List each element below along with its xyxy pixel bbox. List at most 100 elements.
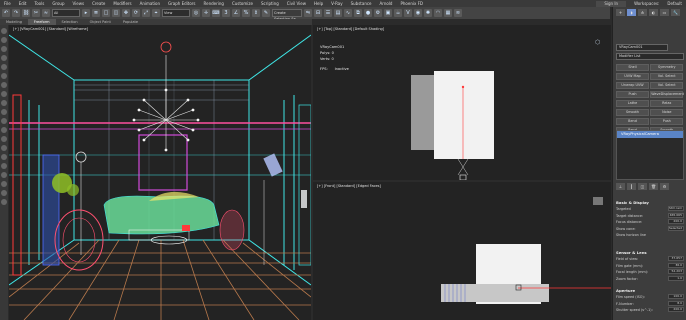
- vray-dome-icon[interactable]: ◠: [434, 9, 442, 17]
- snaps-toggle-icon[interactable]: 3: [222, 9, 230, 17]
- object-name-field[interactable]: VRayCam001: [616, 44, 668, 51]
- modifier-button[interactable]: Lathe: [616, 100, 649, 107]
- front-viewport-label[interactable]: [+] [Front] [Standard] [Edged Faces]: [317, 184, 381, 188]
- curve-editor-icon[interactable]: ∿: [344, 9, 352, 17]
- menu-rendering[interactable]: Rendering: [200, 1, 228, 6]
- undo-icon[interactable]: ↶: [2, 9, 10, 17]
- helper-icon[interactable]: [1, 82, 7, 88]
- aperture-title[interactable]: Aperture: [616, 287, 684, 294]
- modifier-button[interactable]: Relax: [650, 100, 684, 107]
- window-crossing-icon[interactable]: ◫: [112, 9, 120, 17]
- vray-fur-icon[interactable]: ≋: [454, 9, 462, 17]
- menu-civil-view[interactable]: Civil View: [283, 1, 310, 6]
- vray-frame-buffer-icon[interactable]: V: [404, 9, 412, 17]
- layer-explorer-icon[interactable]: ☰: [324, 9, 332, 17]
- rotate-icon[interactable]: ⟳: [132, 9, 140, 17]
- perspective-viewport-label[interactable]: [+] [VRayCam001] [Standard] [Wireframe]: [13, 27, 88, 31]
- vray-toolbar-icon[interactable]: ◉: [414, 9, 422, 17]
- menu-help[interactable]: Help: [310, 1, 327, 6]
- menu-vray[interactable]: V-Ray: [327, 1, 346, 6]
- modifier-list-dropdown[interactable]: Modifier List: [616, 53, 684, 60]
- percent-snap-icon[interactable]: %: [242, 9, 250, 17]
- modifier-button[interactable]: Noise: [650, 109, 684, 116]
- menu-edit[interactable]: Edit: [15, 1, 31, 6]
- select-manipulate-icon[interactable]: ✛: [202, 9, 210, 17]
- hidden-icon[interactable]: [1, 145, 7, 151]
- placement-icon[interactable]: ⌖: [152, 9, 160, 17]
- select-object-icon[interactable]: ▸: [82, 9, 90, 17]
- modifier-button[interactable]: Bend: [616, 118, 649, 125]
- keyboard-shortcut-icon[interactable]: ⌨: [212, 9, 220, 17]
- modifier-button[interactable]: Vol. Select: [650, 82, 684, 89]
- menu-file[interactable]: File: [0, 1, 15, 6]
- menu-create[interactable]: Create: [88, 1, 109, 6]
- frozen-icon[interactable]: [1, 136, 7, 142]
- hierarchy-tab-icon[interactable]: ⋔: [638, 9, 647, 16]
- pin-stack-icon[interactable]: ⊥: [616, 183, 625, 190]
- menu-modifiers[interactable]: Modifiers: [109, 1, 135, 6]
- menu-tools[interactable]: Tools: [30, 1, 48, 6]
- sign-in-button[interactable]: Sign In: [596, 0, 627, 7]
- particle-icon[interactable]: [1, 154, 7, 160]
- create-tab-icon[interactable]: +: [616, 9, 625, 16]
- menu-customize[interactable]: Customize: [228, 1, 257, 6]
- modifier-button[interactable]: Push: [650, 118, 684, 125]
- modifier-button[interactable]: Shell: [616, 64, 649, 71]
- modify-tab-icon[interactable]: ◗: [627, 9, 636, 16]
- move-icon[interactable]: ✥: [122, 9, 130, 17]
- menu-substance[interactable]: Substance: [347, 1, 376, 6]
- rect-selection-icon[interactable]: □: [102, 9, 110, 17]
- display-tab-icon[interactable]: ▭: [660, 9, 669, 16]
- vray-proxy-icon[interactable]: ▦: [444, 9, 452, 17]
- render-setup-icon[interactable]: ⚙: [374, 9, 382, 17]
- display-icon[interactable]: [1, 55, 7, 61]
- xref-icon[interactable]: [1, 109, 7, 115]
- bind-space-warp-icon[interactable]: ≈: [42, 9, 50, 17]
- menu-scripting[interactable]: Scripting: [257, 1, 283, 6]
- make-unique-icon[interactable]: ◫: [638, 183, 647, 190]
- align-icon[interactable]: ⊟: [314, 9, 322, 17]
- top-viewport-label[interactable]: [+] [Top] [Standard] [Default Shading]: [317, 27, 384, 31]
- toggle-ribbon-icon[interactable]: ▤: [334, 9, 342, 17]
- pivot-icon[interactable]: ◎: [192, 9, 200, 17]
- menu-phoenix-fd[interactable]: Phoenix FD: [396, 1, 427, 6]
- sort-icon[interactable]: [1, 181, 7, 187]
- modifier-button[interactable]: Unwrap UVW: [616, 82, 649, 89]
- spinner-snap-icon[interactable]: ⇕: [252, 9, 260, 17]
- perspective-viewport[interactable]: [+] [VRayCam001] [Standard] [Wireframe]: [9, 25, 311, 320]
- filter-icon[interactable]: [1, 190, 7, 196]
- group-icon[interactable]: [1, 100, 7, 106]
- render-production-icon[interactable]: ☕: [394, 9, 402, 17]
- menu-group[interactable]: Group: [48, 1, 68, 6]
- layout-icon[interactable]: [1, 28, 7, 34]
- modifier-button[interactable]: Symmetry: [650, 64, 684, 71]
- utilities-tab-icon[interactable]: 🔧: [671, 9, 680, 16]
- menu-animation[interactable]: Animation: [136, 1, 164, 6]
- menu-views[interactable]: Views: [69, 1, 89, 6]
- unlink-icon[interactable]: ✂: [32, 9, 40, 17]
- selection-filter-dropdown[interactable]: All: [52, 9, 80, 17]
- material-editor-icon[interactable]: ●: [364, 9, 372, 17]
- select-by-name-icon[interactable]: ≣: [92, 9, 100, 17]
- menu-arnold[interactable]: Arnold: [376, 1, 397, 6]
- schematic-view-icon[interactable]: ⧉: [354, 9, 362, 17]
- show-end-result-icon[interactable]: ┃: [627, 183, 636, 190]
- mirror-icon[interactable]: ⇋: [304, 9, 312, 17]
- spacewarp-icon[interactable]: [1, 91, 7, 97]
- modifier-button[interactable]: WaveDisplacement: [650, 91, 684, 98]
- remove-modifier-icon[interactable]: 🗑: [649, 183, 658, 190]
- stack-item-vray-physical-camera[interactable]: VRayPhysicalCamera: [617, 131, 683, 138]
- menu-graph-editors[interactable]: Graph Editors: [164, 1, 199, 6]
- configure-sets-icon[interactable]: ⚙: [660, 183, 669, 190]
- link-icon[interactable]: ⛓: [22, 9, 30, 17]
- redo-icon[interactable]: ↷: [12, 9, 20, 17]
- edit-named-sets-icon[interactable]: ✎: [262, 9, 270, 17]
- show-horizon-row[interactable]: Show horizon line: [616, 232, 684, 239]
- motion-tab-icon[interactable]: ◐: [649, 9, 658, 16]
- sensor-lens-title[interactable]: Sensor & Lens: [616, 249, 684, 256]
- scene-explorer-icon[interactable]: [1, 37, 7, 43]
- modifier-button[interactable]: Vol. Select: [650, 73, 684, 80]
- modifier-stack[interactable]: VRayPhysicalCamera: [616, 130, 684, 180]
- reference-coordinate-dropdown[interactable]: View: [162, 9, 190, 17]
- settings-icon[interactable]: [1, 199, 7, 205]
